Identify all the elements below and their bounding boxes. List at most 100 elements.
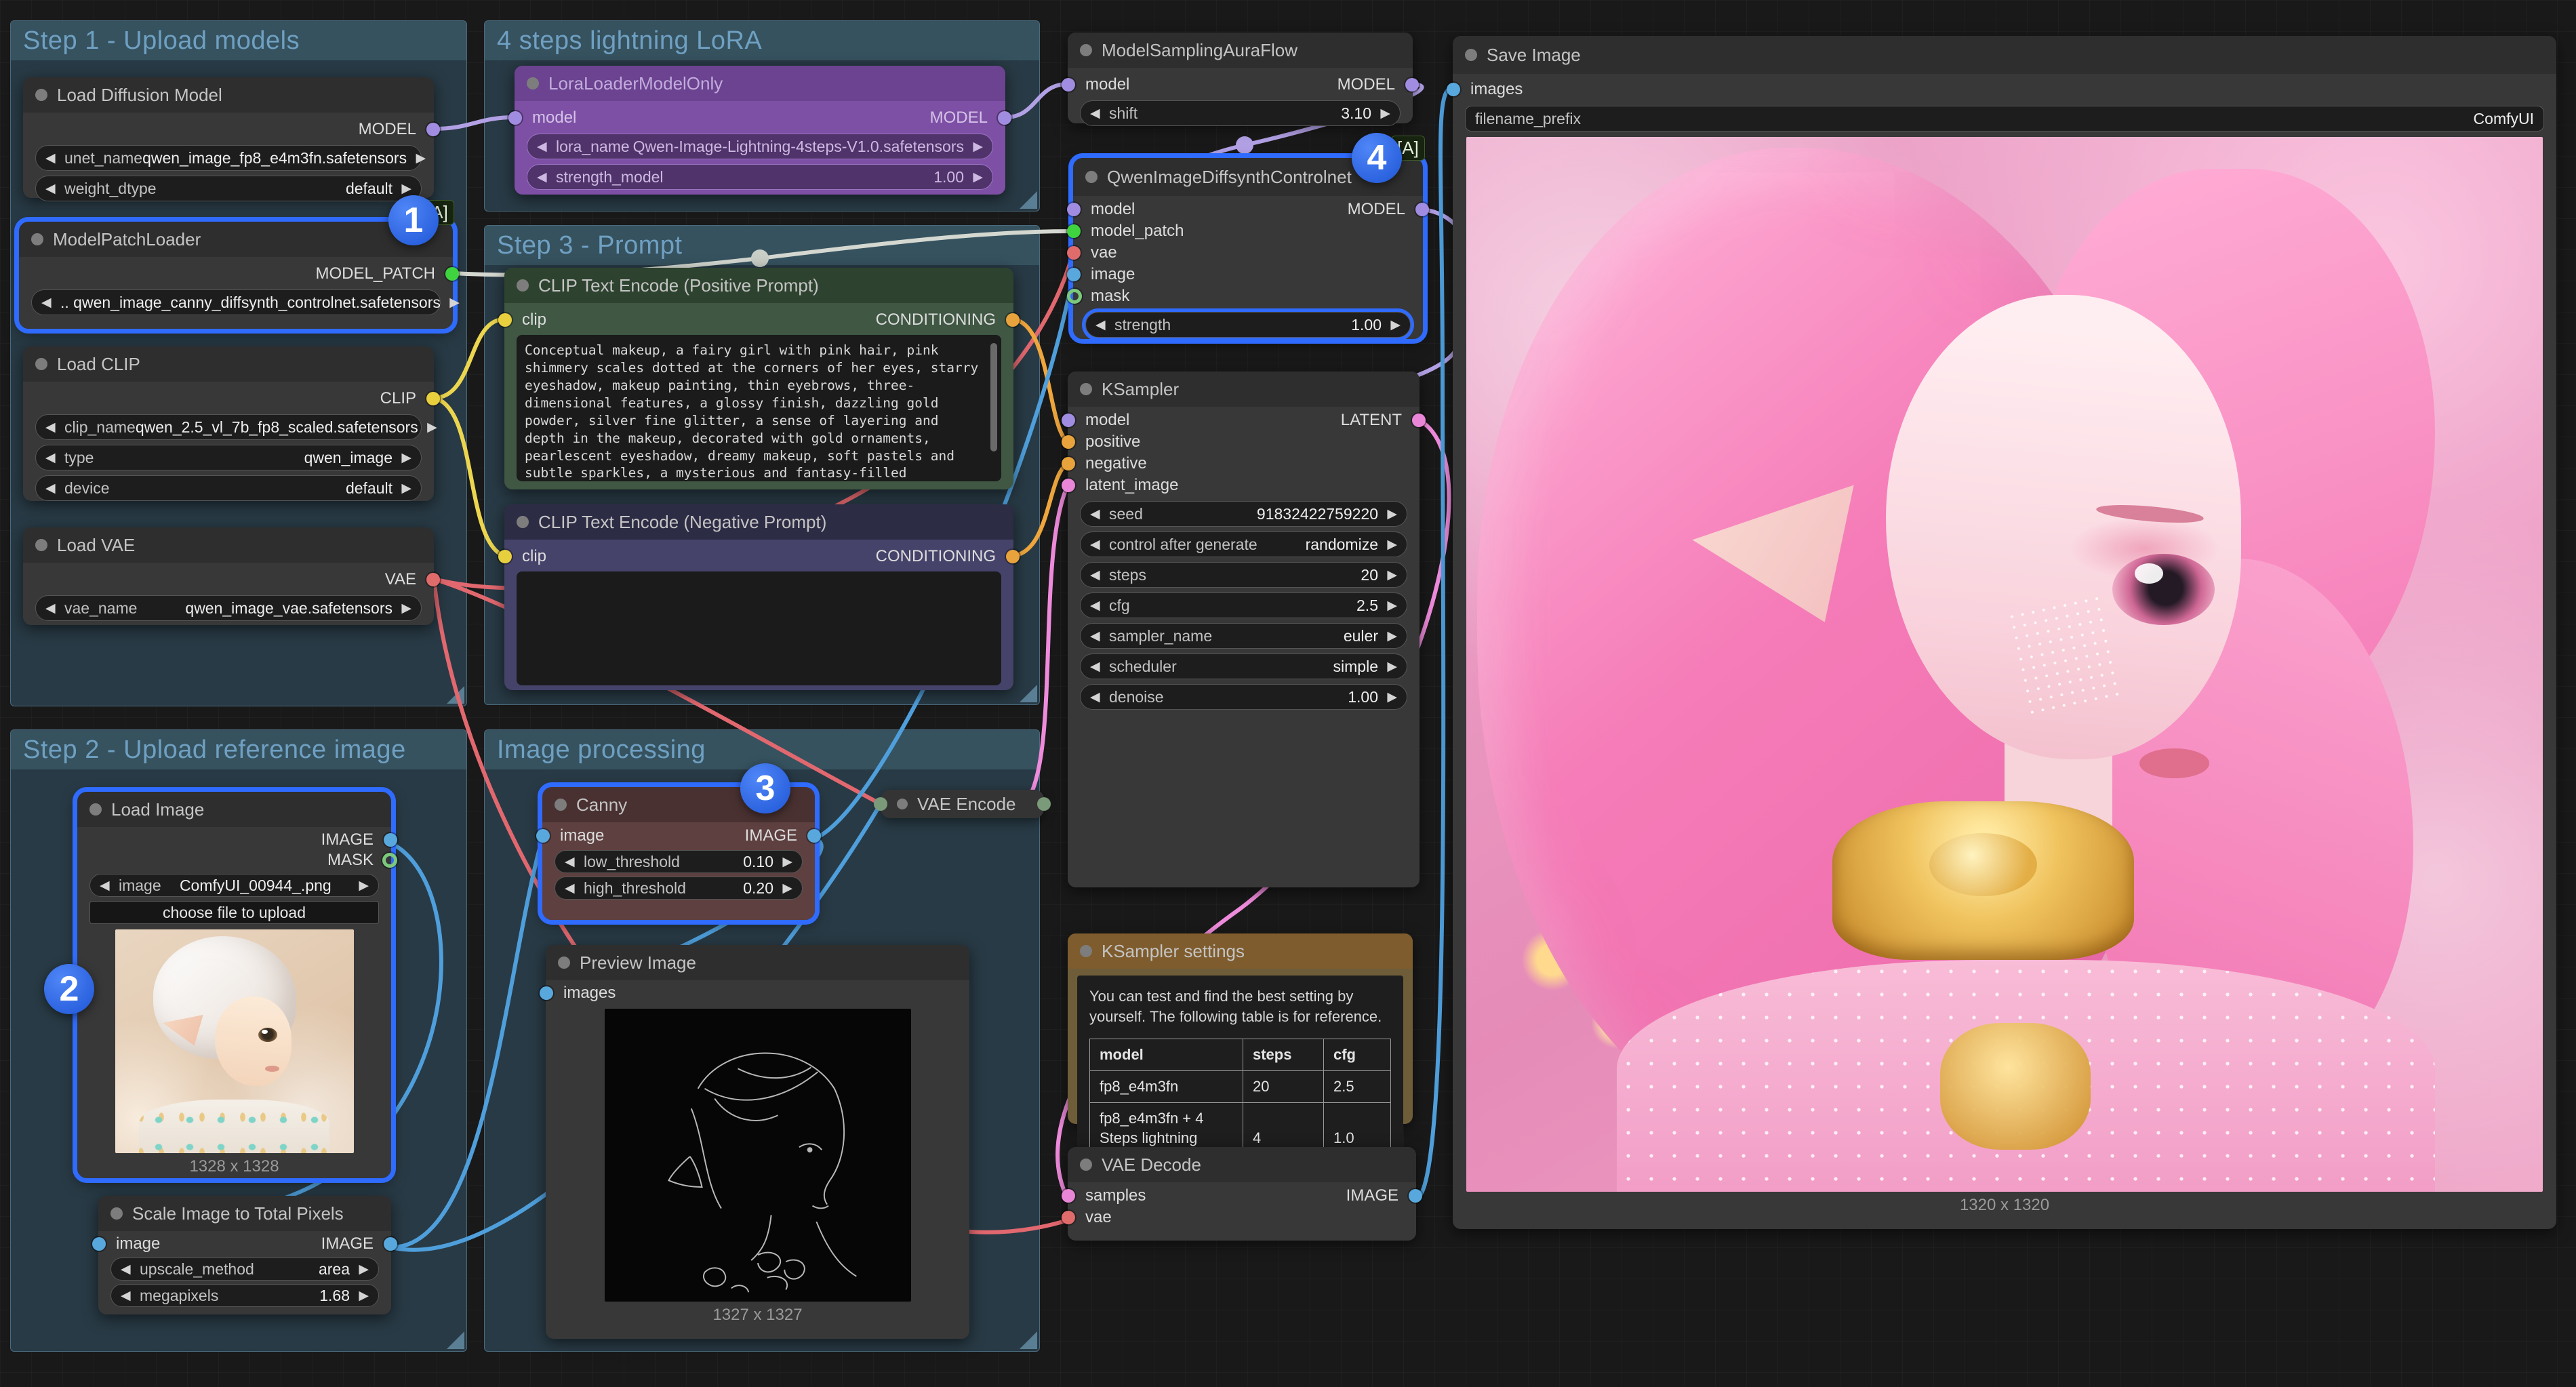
negative-prompt-textarea[interactable] — [517, 571, 1001, 685]
increment-icon[interactable] — [441, 295, 460, 310]
vae-input-port[interactable] — [1067, 246, 1081, 260]
decrement-icon[interactable] — [1090, 598, 1109, 614]
increment-icon[interactable] — [393, 481, 411, 496]
vae-output-port[interactable] — [426, 573, 440, 586]
conditioning-output-port[interactable] — [1006, 313, 1020, 327]
shift-widget[interactable]: shift3.10 — [1080, 100, 1401, 126]
decrement-icon[interactable] — [45, 420, 64, 435]
decrement-icon[interactable] — [1090, 567, 1109, 583]
negative-input-port[interactable] — [1062, 457, 1075, 470]
decrement-icon[interactable] — [565, 854, 584, 870]
unet-name-widget[interactable]: unet_nameqwen_image_fp8_e4m3fn.safetenso… — [35, 145, 422, 171]
cfg-widget[interactable]: cfg2.5 — [1080, 592, 1407, 618]
collapse-icon[interactable] — [1080, 44, 1092, 56]
collapse-icon[interactable] — [558, 957, 570, 969]
decrement-icon[interactable] — [45, 450, 64, 466]
collapse-icon[interactable] — [35, 89, 47, 101]
increment-icon[interactable] — [1382, 317, 1401, 333]
node-clip-text-encode-positive[interactable]: CLIP Text Encode (Positive Prompt) clipC… — [504, 268, 1013, 489]
decrement-icon[interactable] — [1090, 506, 1109, 522]
upscale-method-widget[interactable]: upscale_methodarea — [110, 1258, 379, 1281]
clip-input-port[interactable] — [498, 550, 512, 563]
decrement-icon[interactable] — [1090, 659, 1109, 675]
increment-icon[interactable] — [393, 181, 411, 197]
image-file-widget[interactable]: imageComfyUI_00944_.png — [89, 874, 379, 897]
decrement-icon[interactable] — [1090, 689, 1109, 705]
collapse-icon[interactable] — [1080, 1159, 1092, 1171]
clip-device-widget[interactable]: devicedefault — [35, 475, 422, 501]
increment-icon[interactable] — [418, 420, 437, 435]
collapse-icon[interactable] — [897, 799, 908, 809]
decrement-icon[interactable] — [121, 1262, 140, 1277]
increment-icon[interactable] — [1378, 689, 1397, 705]
vae-input-port[interactable] — [1062, 1211, 1075, 1224]
collapse-icon[interactable] — [527, 77, 539, 89]
collapse-icon[interactable] — [35, 539, 47, 551]
increment-icon[interactable] — [393, 450, 411, 466]
image-input-port[interactable] — [92, 1237, 106, 1251]
patch-name-widget[interactable]: .. qwen_image_canny_diffsynth_controlnet… — [31, 289, 441, 315]
seed-widget[interactable]: seed91832422759220 — [1080, 501, 1407, 527]
increment-icon[interactable] — [350, 1262, 369, 1277]
model-output-port[interactable] — [426, 123, 440, 136]
image-input-port[interactable] — [536, 829, 550, 843]
increment-icon[interactable] — [1378, 628, 1397, 644]
decrement-icon[interactable] — [537, 169, 556, 185]
increment-icon[interactable] — [964, 169, 983, 185]
high-threshold-widget[interactable]: high_threshold0.20 — [555, 877, 803, 900]
decrement-icon[interactable] — [1090, 628, 1109, 644]
model-input-port[interactable] — [1062, 414, 1075, 427]
increment-icon[interactable] — [393, 601, 411, 616]
node-load-vae[interactable]: Load VAE VAE vae_nameqwen_image_vae.safe… — [23, 527, 434, 625]
decrement-icon[interactable] — [45, 181, 64, 197]
denoise-widget[interactable]: denoise1.00 — [1080, 684, 1407, 710]
decrement-icon[interactable] — [565, 881, 584, 896]
node-scale-image-to-total-pixels[interactable]: Scale Image to Total Pixels imageIMAGE u… — [98, 1196, 391, 1314]
collapse-icon[interactable] — [1080, 383, 1092, 395]
clip-output-port[interactable] — [426, 392, 440, 405]
images-input-port[interactable] — [540, 986, 553, 1000]
strength-model-widget[interactable]: strength_model1.00 — [527, 164, 993, 190]
increment-icon[interactable] — [1378, 567, 1397, 583]
increment-icon[interactable] — [350, 878, 369, 893]
decrement-icon[interactable] — [100, 878, 119, 893]
model-patch-input-port[interactable] — [1067, 224, 1081, 238]
lora-name-widget[interactable]: lora_nameQwen-Image-Lightning-4steps-V1.… — [527, 134, 993, 159]
scheduler-widget[interactable]: schedulersimple — [1080, 654, 1407, 679]
collapse-icon[interactable] — [89, 803, 102, 816]
increment-icon[interactable] — [964, 139, 983, 155]
image-output-port[interactable] — [384, 1237, 397, 1251]
decrement-icon[interactable] — [45, 150, 64, 166]
collapse-icon[interactable] — [1085, 171, 1098, 183]
node-save-image[interactable]: Save Image images filename_prefixComfyUI — [1453, 36, 2556, 1229]
increment-icon[interactable] — [1378, 659, 1397, 675]
node-ksampler[interactable]: KSampler modelLATENT positive negative l… — [1068, 371, 1420, 887]
model-input-port[interactable] — [508, 111, 522, 125]
decrement-icon[interactable] — [1090, 537, 1109, 552]
node-ksampler-settings-note[interactable]: KSampler settings You can test and find … — [1068, 933, 1413, 1124]
mask-output-port[interactable] — [382, 853, 397, 868]
strength-widget[interactable]: strength1.00 — [1085, 312, 1411, 338]
decrement-icon[interactable] — [121, 1288, 140, 1304]
clip-type-widget[interactable]: typeqwen_image — [35, 445, 422, 470]
decrement-icon[interactable] — [45, 481, 64, 496]
collapse-icon[interactable] — [110, 1207, 123, 1220]
sampler-name-widget[interactable]: sampler_nameeuler — [1080, 623, 1407, 649]
collapse-icon[interactable] — [31, 233, 43, 245]
decrement-icon[interactable] — [41, 295, 60, 310]
filename-prefix-widget[interactable]: filename_prefixComfyUI — [1465, 106, 2544, 132]
scrollbar-thumb[interactable] — [990, 343, 997, 451]
collapsed-output-port[interactable] — [1037, 797, 1051, 811]
node-model-sampling-auraflow[interactable]: ModelSamplingAuraFlow modelMODEL shift3.… — [1068, 33, 1413, 123]
model-output-port[interactable] — [998, 111, 1011, 125]
node-lora-loader-model-only[interactable]: LoraLoaderModelOnly modelMODEL lora_name… — [515, 66, 1005, 195]
node-qwen-image-diffsynth-controlnet[interactable]: QwenImageDiffsynthControlnet modelMODEL … — [1073, 158, 1423, 339]
collapsed-input-port[interactable] — [874, 797, 887, 811]
positive-prompt-textarea[interactable]: Conceptual makeup, a fairy girl with pin… — [517, 335, 1001, 481]
clip-input-port[interactable] — [498, 313, 512, 327]
low-threshold-widget[interactable]: low_threshold0.10 — [555, 850, 803, 873]
image-output-port[interactable] — [1409, 1189, 1422, 1203]
increment-icon[interactable] — [1371, 106, 1390, 121]
collapse-icon[interactable] — [517, 516, 529, 528]
collapse-icon[interactable] — [517, 279, 529, 292]
